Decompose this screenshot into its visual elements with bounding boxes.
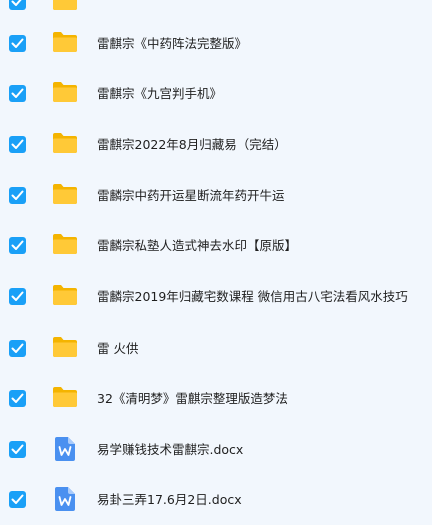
- file-name[interactable]: 雷麒宗《九宫判手机》: [97, 86, 222, 102]
- word-document-icon: [55, 437, 75, 465]
- row-checkbox[interactable]: [9, 390, 26, 407]
- file-name[interactable]: 雷麒宗《中药阵法完整版》: [97, 36, 247, 52]
- checkmark-icon: [11, 494, 24, 504]
- folder-icon: [52, 0, 78, 15]
- row-checkbox[interactable]: [9, 288, 26, 305]
- folder-row[interactable]: 雷 火供: [0, 323, 432, 374]
- row-checkbox[interactable]: [9, 85, 26, 102]
- folder-row[interactable]: 雷麒宗《九宫判手机》: [0, 68, 432, 119]
- checkmark-icon: [11, 444, 24, 454]
- row-checkbox[interactable]: [9, 187, 26, 204]
- file-name[interactable]: 易卦三弄17.6月2日.docx: [97, 492, 242, 508]
- folder-row[interactable]: 32《清明梦》雷麒宗整理版造梦法: [0, 373, 432, 424]
- folder-icon: [52, 81, 78, 107]
- checkmark-icon: [11, 343, 24, 353]
- folder-icon: [52, 183, 78, 209]
- folder-icon: [52, 386, 78, 412]
- row-checkbox[interactable]: [9, 35, 26, 52]
- checkmark-icon: [11, 88, 24, 98]
- checkmark-icon: [11, 38, 24, 48]
- row-checkbox[interactable]: [9, 0, 26, 10]
- file-name[interactable]: 雷麟宗私塾人造式神去水印【原版】: [97, 238, 297, 254]
- folder-icon: [52, 233, 78, 259]
- row-checkbox[interactable]: [9, 237, 26, 254]
- file-row[interactable]: 易学赚钱技术雷麒宗.docx: [0, 424, 432, 475]
- file-name[interactable]: 雷 火供: [97, 341, 138, 357]
- row-checkbox[interactable]: [9, 441, 26, 458]
- folder-row[interactable]: 雷麒宗2022年8月归藏易（完结）: [0, 119, 432, 170]
- folder-icon: [52, 284, 78, 310]
- file-name[interactable]: 易学赚钱技术雷麒宗.docx: [97, 442, 243, 458]
- word-document-icon: [55, 487, 75, 515]
- folder-row[interactable]: 雷麟宗2019年归藏宅数课程 微信用古八宅法看风水技巧: [0, 271, 432, 322]
- folder-row[interactable]: 雷麟宗私塾人造式神去水印【原版】: [0, 220, 432, 271]
- folder-icon: [52, 336, 78, 362]
- row-checkbox[interactable]: [9, 340, 26, 357]
- checkmark-icon: [11, 240, 24, 250]
- file-row[interactable]: 易卦三弄17.6月2日.docx: [0, 474, 432, 525]
- folder-icon: [52, 31, 78, 57]
- row-checkbox[interactable]: [9, 136, 26, 153]
- checkmark-icon: [11, 393, 24, 403]
- file-name[interactable]: 雷麒宗2022年8月归藏易（完结）: [97, 137, 287, 153]
- checkmark-icon: [11, 0, 22, 6]
- folder-row[interactable]: 雷麒宗《中药阵法完整版》: [0, 18, 432, 69]
- folder-icon: [52, 132, 78, 158]
- row-checkbox[interactable]: [9, 491, 26, 508]
- checkmark-icon: [11, 139, 24, 149]
- file-list: 雷麒宗《中药阵法完整版》 雷麒宗《九宫判手机》雷麒宗2022年8月归藏易（完结） 雷…: [0, 0, 432, 514]
- checkmark-icon: [11, 291, 24, 301]
- file-name[interactable]: 32《清明梦》雷麒宗整理版造梦法: [97, 391, 288, 407]
- file-name[interactable]: 雷麟宗中药开运星断流年药开牛运: [97, 188, 285, 204]
- checkmark-icon: [11, 190, 24, 200]
- folder-row[interactable]: 雷麟宗中药开运星断流年药开牛运: [0, 170, 432, 221]
- file-name[interactable]: 雷麟宗2019年归藏宅数课程 微信用古八宅法看风水技巧: [97, 289, 408, 305]
